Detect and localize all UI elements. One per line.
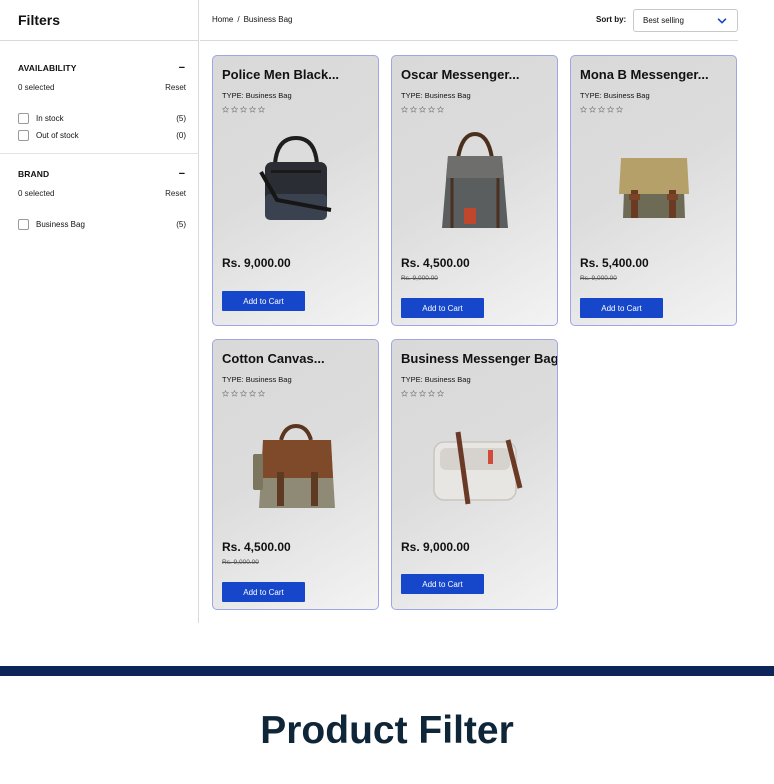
- sort-selected-value: Best selling: [643, 16, 684, 25]
- star-icon: [598, 106, 605, 113]
- brand-collapse-icon[interactable]: −: [179, 169, 185, 180]
- filters-sidebar: Filters AVAILABILITY − 0 selected Reset …: [0, 0, 199, 623]
- star-icon: [231, 390, 238, 397]
- star-icon: [616, 106, 623, 113]
- compare-at-price: Rs. 9,000.00: [580, 275, 617, 282]
- product-card[interactable]: Oscar Messenger... TYPE: Business Bag Rs…: [391, 55, 558, 326]
- filter-option-out-of-stock[interactable]: Out of stock (0): [18, 129, 186, 141]
- brand-selected-count: 0 selected: [18, 189, 55, 198]
- star-icon: [410, 106, 417, 113]
- star-icon: [410, 390, 417, 397]
- availability-heading: AVAILABILITY: [18, 63, 77, 73]
- brand-reset-link[interactable]: Reset: [165, 189, 186, 198]
- star-icon: [222, 390, 229, 397]
- product-title[interactable]: Business Messenger Bag: [401, 351, 557, 366]
- footer-divider-bar: [0, 666, 774, 676]
- breadcrumb-home-link[interactable]: Home: [212, 15, 233, 24]
- product-title[interactable]: Oscar Messenger...: [401, 67, 520, 82]
- star-icon: [419, 106, 426, 113]
- add-to-cart-button[interactable]: Add to Cart: [401, 574, 484, 594]
- filter-option-label: Business Bag: [36, 219, 85, 229]
- star-icon: [240, 106, 247, 113]
- sidebar-divider: [0, 40, 199, 41]
- filter-option-count: (5): [176, 113, 186, 123]
- add-to-cart-button[interactable]: Add to Cart: [222, 582, 305, 602]
- star-icon: [401, 390, 408, 397]
- grey-canvas-tote-image[interactable]: [412, 124, 538, 234]
- product-card[interactable]: Cotton Canvas... TYPE: Business Bag Rs. …: [212, 339, 379, 610]
- star-icon: [589, 106, 596, 113]
- breadcrumb-current: Business Bag: [243, 15, 293, 24]
- product-type: TYPE: Business Bag: [580, 91, 650, 100]
- filter-option-label: In stock: [36, 113, 64, 123]
- product-type: TYPE: Business Bag: [401, 91, 471, 100]
- product-price: Rs. 9,000.00: [401, 540, 470, 554]
- product-title[interactable]: Police Men Black...: [222, 67, 339, 82]
- compare-at-price: Rs. 9,000.00: [222, 559, 259, 566]
- product-type: TYPE: Business Bag: [222, 375, 292, 384]
- rating-stars: [580, 106, 623, 113]
- product-price: Rs. 9,000.00: [222, 256, 291, 270]
- add-to-cart-button[interactable]: Add to Cart: [580, 298, 663, 318]
- star-icon: [419, 390, 426, 397]
- brand-heading: BRAND: [18, 169, 50, 179]
- filter-option-in-stock[interactable]: In stock (5): [18, 112, 186, 124]
- chevron-down-icon: [717, 17, 727, 23]
- product-title[interactable]: Cotton Canvas...: [222, 351, 325, 366]
- product-card[interactable]: Police Men Black... TYPE: Business Bag R…: [212, 55, 379, 326]
- rating-stars: [401, 390, 444, 397]
- filters-title: Filters: [18, 12, 61, 28]
- star-icon: [437, 390, 444, 397]
- breadcrumb-separator: /: [237, 15, 240, 24]
- white-messenger-image[interactable]: [412, 408, 538, 518]
- out-of-stock-checkbox[interactable]: [18, 129, 29, 141]
- availability-reset-link[interactable]: Reset: [165, 83, 186, 92]
- product-card[interactable]: Mona B Messenger... TYPE: Business Bag R…: [570, 55, 737, 326]
- footer-title: Product Filter: [260, 709, 514, 752]
- topbar-divider: [200, 40, 738, 41]
- product-title[interactable]: Mona B Messenger...: [580, 67, 709, 82]
- star-icon: [240, 390, 247, 397]
- filter-option-label: Out of stock: [36, 130, 79, 140]
- compare-at-price: Rs. 9,000.00: [401, 275, 438, 282]
- sort-dropdown[interactable]: Best selling: [633, 9, 738, 32]
- product-price: Rs. 5,400.00: [580, 256, 649, 270]
- rating-stars: [222, 106, 265, 113]
- sort-label: Sort by:: [596, 15, 627, 24]
- star-icon: [258, 390, 265, 397]
- star-icon: [428, 106, 435, 113]
- brown-canvas-messenger-image[interactable]: [233, 408, 359, 518]
- star-icon: [249, 106, 256, 113]
- khaki-messenger-image[interactable]: [591, 124, 717, 234]
- filter-option-count: (0): [176, 130, 186, 140]
- star-icon: [580, 106, 587, 113]
- rating-stars: [222, 390, 265, 397]
- availability-collapse-icon[interactable]: −: [179, 63, 185, 74]
- filter-option-count: (5): [176, 219, 186, 229]
- star-icon: [437, 106, 444, 113]
- product-type: TYPE: Business Bag: [401, 375, 471, 384]
- star-icon: [607, 106, 614, 113]
- product-price: Rs. 4,500.00: [222, 540, 291, 554]
- star-icon: [231, 106, 238, 113]
- product-price: Rs. 4,500.00: [401, 256, 470, 270]
- section-divider: [0, 153, 199, 154]
- availability-selected-count: 0 selected: [18, 83, 55, 92]
- add-to-cart-button[interactable]: Add to Cart: [401, 298, 484, 318]
- star-icon: [222, 106, 229, 113]
- rating-stars: [401, 106, 444, 113]
- product-type: TYPE: Business Bag: [222, 91, 292, 100]
- black-laptop-bag-image[interactable]: [233, 124, 359, 234]
- product-card[interactable]: Business Messenger Bag TYPE: Business Ba…: [391, 339, 558, 610]
- star-icon: [249, 390, 256, 397]
- star-icon: [401, 106, 408, 113]
- breadcrumb: Home / Business Bag: [212, 15, 293, 24]
- add-to-cart-button[interactable]: Add to Cart: [222, 291, 305, 311]
- business-bag-checkbox[interactable]: [18, 218, 29, 230]
- star-icon: [428, 390, 435, 397]
- filter-option-business-bag[interactable]: Business Bag (5): [18, 218, 186, 230]
- in-stock-checkbox[interactable]: [18, 112, 29, 124]
- star-icon: [258, 106, 265, 113]
